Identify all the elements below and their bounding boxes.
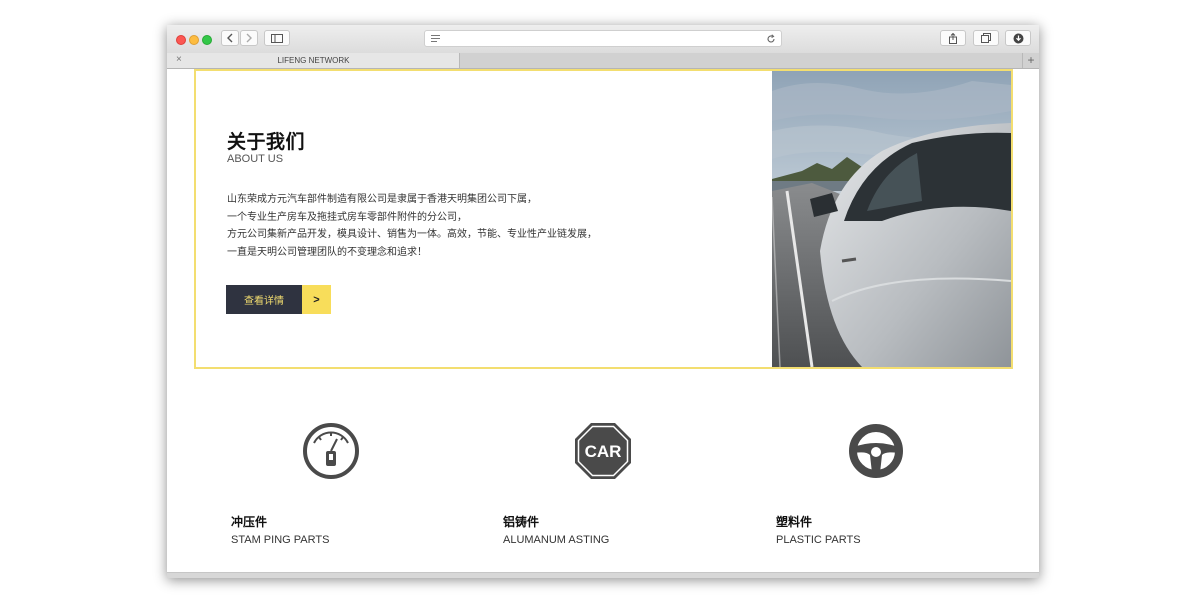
- feature-plastic: [776, 421, 976, 481]
- feature-title-plastic: 塑料件: [776, 515, 813, 529]
- browser-window: × LIFENG NETWORK + 关于我们 ABOUT US 山东荣成方元汽…: [167, 25, 1039, 578]
- feature-subtitle-casting: ALUMANUM ASTING: [503, 534, 610, 546]
- about-section: 关于我们 ABOUT US 山东荣成方元汽车部件制造有限公司是隶属于香港天明集团…: [194, 69, 1013, 369]
- tab-active[interactable]: × LIFENG NETWORK: [167, 53, 460, 68]
- sidebar-icon: [271, 33, 283, 43]
- car-photo: [772, 71, 1011, 367]
- car-octagon-icon: CAR: [575, 423, 631, 479]
- back-button[interactable]: [221, 30, 239, 46]
- forward-button[interactable]: [240, 30, 258, 46]
- car-image: [772, 71, 1011, 367]
- about-line: 一个专业生产房车及拖挂式房车零部件附件的分公司，: [227, 211, 467, 223]
- about-subtitle: ABOUT US: [227, 153, 284, 165]
- reader-icon[interactable]: [431, 35, 440, 42]
- about-line: 一直是天明公司管理团队的不变理念和追求！: [227, 246, 427, 258]
- sidebar-button[interactable]: [264, 30, 290, 46]
- about-line: 方元公司集新产品开发，模具设计、销售为一体。高效，节能、专业性产业链发展，: [227, 229, 597, 240]
- feature-subtitle-plastic: PLASTIC PARTS: [776, 534, 861, 546]
- chevron-left-icon: [227, 33, 233, 43]
- tabs-icon: [981, 33, 991, 43]
- minimize-window-button[interactable]: [189, 35, 199, 45]
- page-content: 关于我们 ABOUT US 山东荣成方元汽车部件制造有限公司是隶属于香港天明集团…: [167, 69, 1039, 578]
- close-window-button[interactable]: [176, 35, 186, 45]
- about-title: 关于我们: [227, 132, 306, 153]
- download-icon: [1013, 33, 1023, 43]
- view-details-button[interactable]: 查看详情 >: [226, 285, 331, 314]
- share-icon: [949, 32, 957, 44]
- reload-icon[interactable]: [766, 34, 776, 44]
- window-bottom-edge: [167, 572, 1039, 578]
- feature-title-stamping: 冲压件: [231, 515, 268, 529]
- chevron-right-icon: [246, 33, 252, 43]
- view-details-label[interactable]: 查看详情: [226, 285, 302, 314]
- car-icon-text: CAR: [585, 442, 622, 461]
- new-tab-button[interactable]: +: [1022, 53, 1039, 68]
- tab-bar: × LIFENG NETWORK +: [167, 53, 1039, 69]
- feature-stamping: [231, 421, 431, 481]
- feature-casting: CAR: [503, 421, 703, 481]
- view-details-arrow[interactable]: >: [302, 285, 331, 314]
- tab-title: LIFENG NETWORK: [277, 56, 350, 65]
- address-bar[interactable]: [424, 30, 782, 47]
- about-paragraph: 山东荣成方元汽车部件制造有限公司是隶属于香港天明集团公司下属， 一个专业生产房车…: [227, 191, 597, 261]
- browser-toolbar: [167, 25, 1039, 54]
- feature-title-casting: 铝铸件: [503, 515, 540, 529]
- maximize-window-button[interactable]: [202, 35, 212, 45]
- gauge-icon: [303, 423, 359, 479]
- feature-subtitle-stamping: STAM PING PARTS: [231, 534, 330, 546]
- downloads-button[interactable]: [1005, 30, 1031, 46]
- about-line: 山东荣成方元汽车部件制造有限公司是隶属于香港天明集团公司下属，: [227, 194, 537, 205]
- share-button[interactable]: [940, 30, 966, 46]
- steering-wheel-icon: [849, 424, 903, 478]
- tabs-overview-button[interactable]: [973, 30, 999, 46]
